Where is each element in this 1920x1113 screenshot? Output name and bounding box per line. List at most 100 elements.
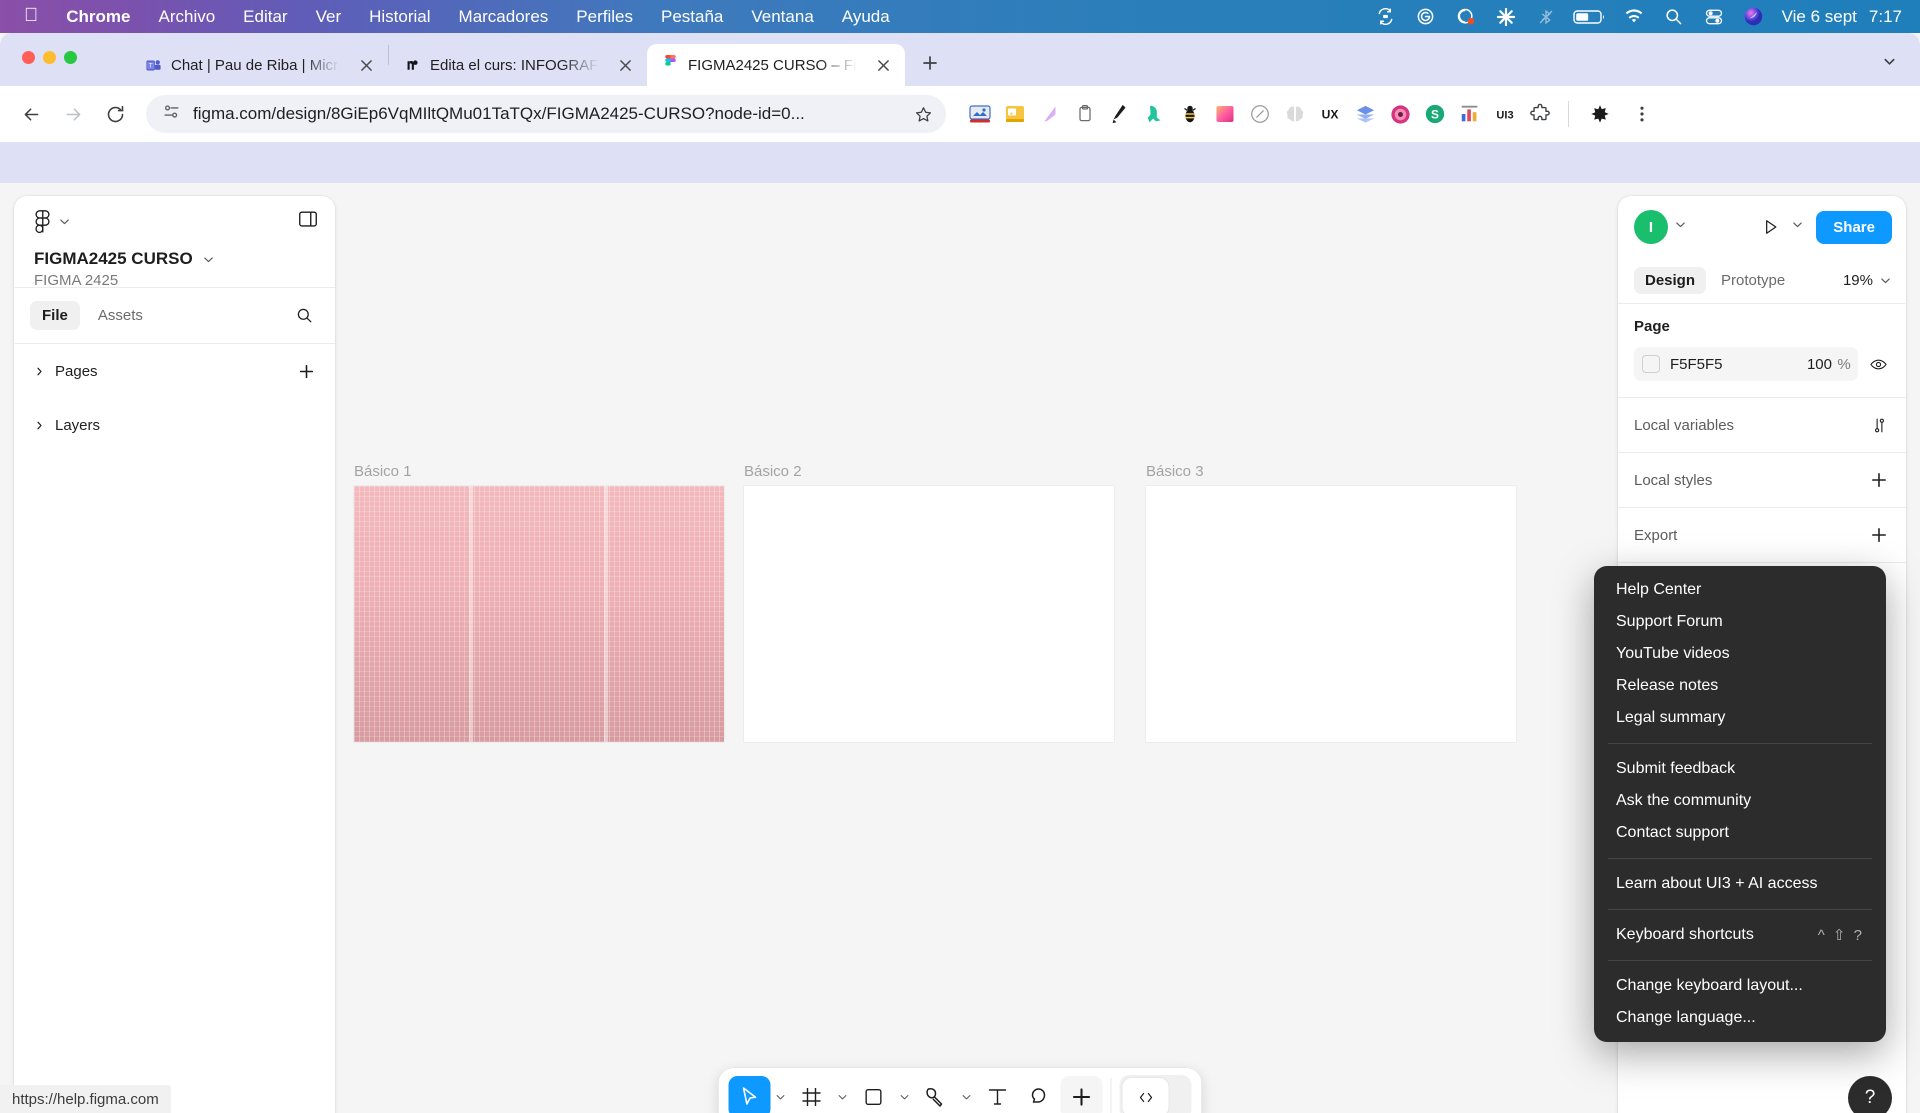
tab-search-chevron-down-icon[interactable]: [1872, 44, 1906, 78]
menu-item-support-forum[interactable]: Support Forum: [1594, 606, 1886, 638]
pen-tool[interactable]: [915, 1076, 957, 1113]
bookmark-star-icon[interactable]: [908, 99, 938, 129]
menu-item-contact-support[interactable]: Contact support: [1594, 817, 1886, 849]
control-center-icon[interactable]: [1694, 0, 1734, 33]
profile-star-icon[interactable]: [1581, 95, 1619, 133]
frame-label[interactable]: Básico 1: [354, 463, 724, 480]
present-chevron-down-icon[interactable]: [1791, 218, 1804, 236]
frame-label[interactable]: Básico 3: [1146, 463, 1516, 480]
browser-tab-moodle[interactable]: Edita el curs: INFOGRAFIA I (Moodle): [389, 44, 647, 86]
actions-tool[interactable]: [1060, 1076, 1103, 1113]
siri-icon[interactable]: [1734, 0, 1774, 33]
menu-historial[interactable]: Historial: [355, 7, 444, 27]
tab-prototype[interactable]: Prototype: [1710, 267, 1796, 294]
menu-item-submit-feedback[interactable]: Submit feedback: [1594, 753, 1886, 785]
menu-item-learn-about-ui3[interactable]: Learn about UI3 + AI access: [1594, 868, 1886, 900]
menu-archivo[interactable]: Archivo: [144, 7, 229, 27]
help-fab-button[interactable]: ?: [1848, 1076, 1892, 1113]
zoom-control[interactable]: 19%: [1843, 272, 1892, 289]
dev-mode-toggle[interactable]: [1119, 1075, 1192, 1113]
menu-chrome[interactable]: Chrome: [52, 7, 144, 27]
menu-item-keyboard-shortcuts[interactable]: Keyboard shortcuts ^ ⇧ ?: [1594, 919, 1886, 951]
menu-ayuda[interactable]: Ayuda: [828, 7, 904, 27]
chart-ext-icon[interactable]: [1454, 98, 1486, 130]
forward-button[interactable]: [54, 95, 92, 133]
menu-ver[interactable]: Ver: [302, 7, 356, 27]
play-icon[interactable]: [1755, 212, 1785, 242]
address-bar[interactable]: figma.com/design/8GiEp6VqMIltQMu01TaTQx/…: [146, 95, 946, 133]
menu-perfiles[interactable]: Perfiles: [562, 7, 647, 27]
three-dot-menu-icon[interactable]: [1623, 95, 1661, 133]
pen-tool-chevron-down-icon[interactable]: [957, 1076, 977, 1113]
sidebar-item-layers[interactable]: Layers: [14, 398, 335, 452]
target-ext-icon[interactable]: [1384, 98, 1416, 130]
clipboard-ext-icon[interactable]: [1069, 98, 1101, 130]
new-tab-button[interactable]: [913, 46, 947, 80]
code-icon[interactable]: [1122, 1078, 1169, 1113]
menu-ventana[interactable]: Ventana: [737, 7, 827, 27]
frame-body[interactable]: [1146, 486, 1516, 742]
close-icon[interactable]: [613, 53, 637, 77]
cleanshot-icon[interactable]: [1446, 0, 1486, 33]
shape-tool[interactable]: [853, 1076, 895, 1113]
menu-item-change-keyboard-layout[interactable]: Change keyboard layout...: [1594, 970, 1886, 1002]
menu-item-change-language[interactable]: Change language...: [1594, 1002, 1886, 1034]
tab-design[interactable]: Design: [1634, 267, 1707, 294]
back-button[interactable]: [12, 95, 50, 133]
file-name-row[interactable]: FIGMA2425 CURSO: [34, 249, 319, 269]
puzzle-extensions-icon[interactable]: [1524, 98, 1556, 130]
search-icon[interactable]: [289, 301, 319, 331]
screenshot-ext-icon[interactable]: [964, 98, 996, 130]
menu-item-ask-the-community[interactable]: Ask the community: [1594, 785, 1886, 817]
tab-file[interactable]: File: [30, 301, 80, 330]
frame-basico-1[interactable]: Básico 1: [354, 463, 724, 742]
eyedropper-ext-icon[interactable]: [1244, 98, 1276, 130]
share-button[interactable]: Share: [1816, 210, 1892, 244]
wifi-icon[interactable]: [1614, 0, 1654, 33]
plus-icon[interactable]: [1866, 467, 1892, 493]
close-window-button[interactable]: [22, 51, 35, 64]
grammarly-icon[interactable]: [1406, 0, 1446, 33]
bee-ext-icon[interactable]: [1174, 98, 1206, 130]
browser-tab-figma[interactable]: FIGMA2425 CURSO – Figma: [647, 44, 905, 86]
page-color-hex[interactable]: F5F5F5: [1670, 356, 1792, 373]
minimize-window-button[interactable]: [43, 51, 56, 64]
menu-marcadores[interactable]: Marcadores: [445, 7, 563, 27]
section-export[interactable]: Export: [1618, 508, 1906, 563]
avatar-chevron-down-icon[interactable]: [1674, 218, 1687, 236]
comment-tool[interactable]: [1019, 1076, 1061, 1113]
page-color-field[interactable]: F5F5F5 100 %: [1634, 347, 1858, 381]
avatar[interactable]: I: [1634, 210, 1668, 244]
move-tool[interactable]: [728, 1076, 771, 1113]
menu-item-youtube-videos[interactable]: YouTube videos: [1594, 638, 1886, 670]
parrot-ext-icon[interactable]: [1139, 98, 1171, 130]
menu-pestana[interactable]: Pestaña: [647, 7, 737, 27]
spotlight-search-icon[interactable]: [1654, 0, 1694, 33]
ux-ext-icon[interactable]: UX: [1314, 98, 1346, 130]
battery-icon[interactable]: [1566, 0, 1614, 33]
s-ext-icon[interactable]: S: [1419, 98, 1451, 130]
text-tool[interactable]: [977, 1076, 1019, 1113]
menu-item-release-notes[interactable]: Release notes: [1594, 670, 1886, 702]
menu-item-help-center[interactable]: Help Center: [1594, 574, 1886, 606]
browser-tab-teams[interactable]: T Chat | Pau de Riba | Microsoft Teams: [130, 44, 388, 86]
menu-item-legal-summary[interactable]: Legal summary: [1594, 702, 1886, 734]
asterisk-icon[interactable]: [1486, 0, 1526, 33]
figma-canvas[interactable]: Básico 1 Básico 2 Básico 3: [335, 183, 1605, 1113]
maximize-window-button[interactable]: [64, 51, 77, 64]
ui3-ext-icon[interactable]: UI3: [1489, 98, 1521, 130]
brain-ext-icon[interactable]: [1279, 98, 1311, 130]
frame-basico-3[interactable]: Básico 3: [1146, 463, 1516, 742]
shape-tool-chevron-down-icon[interactable]: [895, 1076, 915, 1113]
sliders-icon[interactable]: [1866, 412, 1892, 438]
frame-tool[interactable]: [791, 1076, 833, 1113]
close-icon[interactable]: [871, 53, 895, 77]
frame-basico-2[interactable]: Básico 2: [744, 463, 1114, 742]
sidebar-item-pages[interactable]: Pages: [14, 344, 335, 398]
section-local-styles[interactable]: Local styles: [1618, 453, 1906, 508]
layers-ext-icon[interactable]: [1349, 98, 1381, 130]
bluetooth-off-icon[interactable]: [1526, 0, 1566, 33]
page-opacity-value[interactable]: 100: [1792, 356, 1832, 373]
color-gradient-ext-icon[interactable]: [1209, 98, 1241, 130]
reload-button[interactable]: [96, 95, 134, 133]
